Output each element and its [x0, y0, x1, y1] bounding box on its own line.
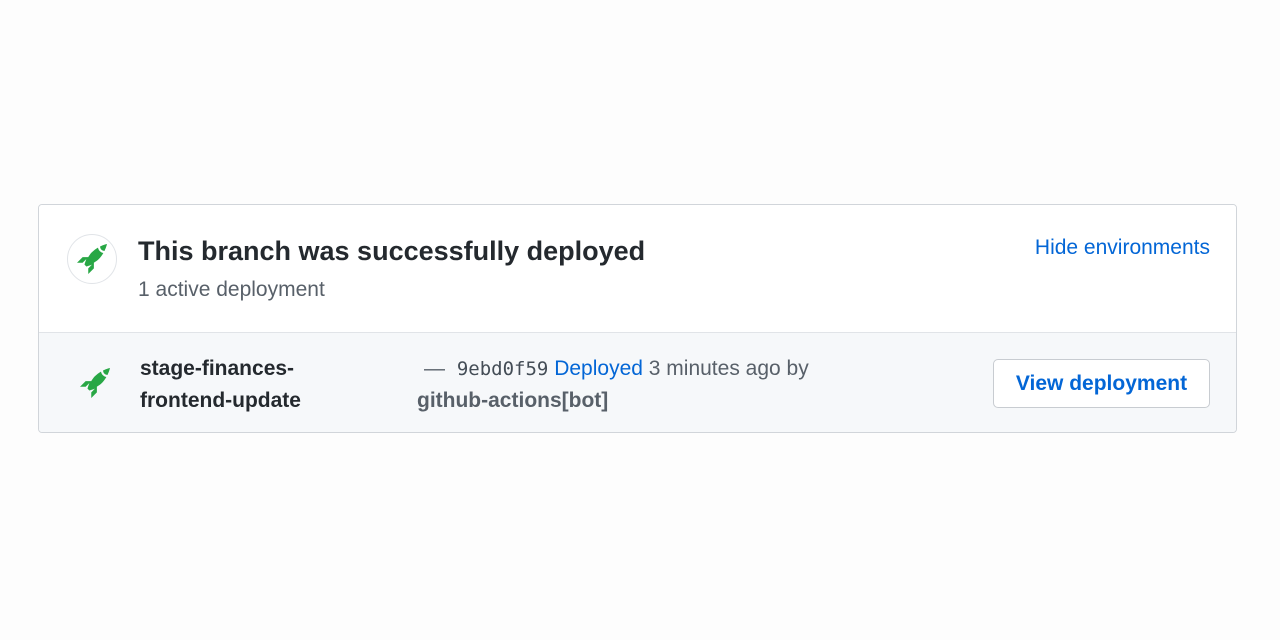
deployment-details: — 9ebd0f59 Deployed 3 minutes ago by git… [417, 353, 937, 417]
deployment-status-icon [78, 366, 112, 400]
commit-sha[interactable]: 9ebd0f59 [457, 358, 549, 380]
environment-name: stage-finances- frontend-update [140, 357, 301, 412]
deployment-actor-line: github-actions[bot] [417, 385, 937, 417]
active-deployment-count: 1 active deployment [138, 278, 325, 301]
deployment-row: stage-finances- frontend-update — 9ebd0f… [39, 333, 1236, 432]
deployed-time: 3 minutes ago by [648, 357, 809, 380]
deployment-details-line: — 9ebd0f59 Deployed 3 minutes ago by [417, 353, 937, 385]
view-deployment-button[interactable]: View deployment [993, 359, 1210, 408]
hide-environments-link[interactable]: Hide environments [1035, 236, 1210, 260]
deployment-card: This branch was successfully deployed 1 … [38, 204, 1237, 433]
status-avatar [67, 234, 117, 284]
deployment-actor[interactable]: github-actions[bot] [417, 389, 608, 412]
separator-dash: — [424, 357, 445, 380]
deployed-link[interactable]: Deployed [554, 357, 643, 380]
deployment-header: This branch was successfully deployed 1 … [39, 205, 1236, 333]
page-title: This branch was successfully deployed [138, 236, 646, 266]
rocket-icon [77, 244, 107, 274]
rocket-icon [80, 368, 110, 398]
